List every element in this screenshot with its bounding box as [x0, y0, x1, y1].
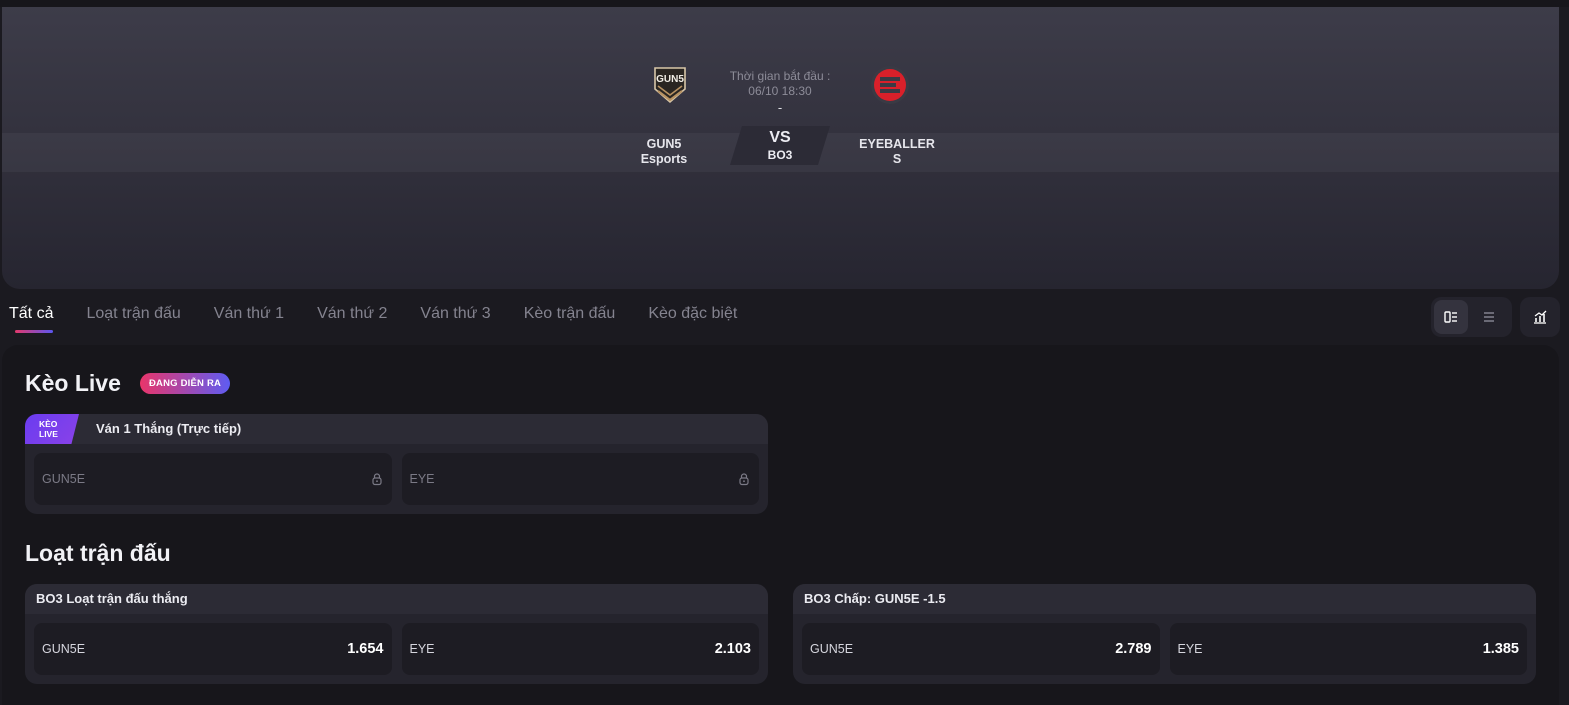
odd-option[interactable]: GUN5E: [34, 453, 392, 505]
odd-option[interactable]: EYE 1.385: [1169, 623, 1527, 675]
team2-logo: [871, 66, 909, 104]
market-options: GUN5E 2.789 EYE 1.385: [793, 614, 1536, 675]
team1-name-line2: Esports: [640, 152, 688, 166]
option-name: EYE: [409, 472, 435, 486]
option-odds: 1.654: [347, 641, 384, 657]
odd-option[interactable]: EYE 2.103: [401, 623, 759, 675]
start-time-value: 06/10 18:30: [748, 84, 812, 98]
odd-option[interactable]: GUN5E 2.789: [802, 623, 1160, 675]
tab-game-3[interactable]: Ván thứ 3: [420, 305, 490, 335]
stats-button[interactable]: [1520, 297, 1560, 337]
tab-match-bets[interactable]: Kèo trận đấu: [524, 305, 616, 335]
live-market-header: KÈO LIVE Ván 1 Thắng (Trực tiếp): [25, 414, 768, 444]
odd-option[interactable]: GUN5E 1.654: [34, 623, 392, 675]
odd-option[interactable]: EYE: [401, 453, 759, 505]
tab-game-1[interactable]: Ván thứ 1: [214, 305, 284, 335]
live-market-title: Ván 1 Thắng (Trực tiếp): [96, 421, 242, 436]
market-title: BO3 Chấp: GUN5E -1.5: [793, 584, 1536, 614]
live-market-card: KÈO LIVE Ván 1 Thắng (Trực tiếp) GUN5E E…: [25, 414, 768, 514]
team1-logo-text: GUN5: [656, 74, 684, 85]
live-status-badge: ĐANG DIỄN RA: [140, 373, 231, 394]
option-odds: 2.103: [714, 641, 751, 657]
tab-all[interactable]: Tất cả: [9, 305, 54, 335]
vs-label: VS: [769, 129, 791, 146]
top-strip: [0, 0, 1569, 7]
score-placeholder: -: [777, 100, 783, 115]
option-name: GUN5E: [42, 472, 86, 486]
option-odds: 1.385: [1482, 641, 1519, 657]
list-view-button[interactable]: [1472, 300, 1506, 334]
team1-logo: GUN5: [654, 67, 686, 104]
match-format: BO3: [767, 148, 793, 162]
keo-live-tag-line1: KÈO: [39, 419, 58, 429]
team1-name-line1: GUN5: [646, 137, 682, 151]
option-name: EYE: [409, 642, 435, 656]
tab-special-bets[interactable]: Kèo đặc biệt: [648, 305, 737, 335]
split-view-button[interactable]: [1434, 300, 1468, 334]
market-title: BO3 Loạt trận đấu thắng: [25, 584, 768, 614]
market-tabs: Tất cả Loạt trận đấu Ván thứ 1 Ván thứ 2…: [9, 305, 770, 335]
option-name: EYE: [1177, 642, 1203, 656]
live-market-options: GUN5E EYE: [25, 444, 768, 505]
series-winner-card: BO3 Loạt trận đấu thắng GUN5E 1.654 EYE …: [25, 584, 768, 684]
option-name: GUN5E: [810, 642, 854, 656]
option-odds: 2.789: [1115, 641, 1152, 657]
view-toggle: [1431, 297, 1512, 337]
team2-name-line2: S: [892, 152, 902, 166]
split-view-icon: [1444, 311, 1457, 323]
lock-icon: [739, 473, 749, 486]
market-options: GUN5E 1.654 EYE 2.103: [25, 614, 768, 675]
lock-icon: [371, 473, 382, 486]
start-time-label: Thời gian bắt đầu :: [729, 69, 831, 83]
tab-game-2[interactable]: Ván thứ 2: [317, 305, 387, 335]
team2-name-line1: EYEBALLER: [859, 137, 935, 151]
series-section-title: Loạt trận đấu: [25, 540, 171, 566]
list-view-icon: [1484, 312, 1494, 322]
stats-chart-icon: [1534, 310, 1547, 324]
option-name: GUN5E: [42, 642, 86, 656]
keo-live-tag: KÈO LIVE: [25, 414, 79, 444]
team2-name: EYEBALLER S: [842, 137, 952, 167]
keo-live-tag-line2: LIVE: [39, 429, 58, 439]
series-handicap-card: BO3 Chấp: GUN5E -1.5 GUN5E 2.789 EYE 1.3…: [793, 584, 1536, 684]
live-section-title: Kèo Live: [25, 370, 121, 396]
team1-name: GUN5 Esports: [609, 137, 719, 167]
tab-series[interactable]: Loạt trận đấu: [86, 305, 180, 335]
